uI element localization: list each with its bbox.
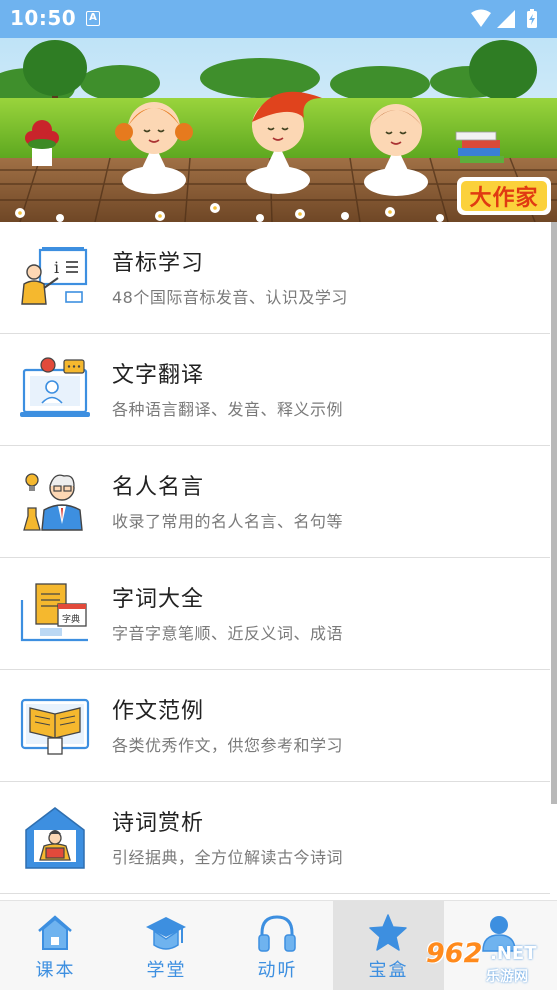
list-item-translate[interactable]: 文字翻译 各种语言翻译、发音、释义示例: [0, 334, 550, 446]
wifi-icon: [471, 9, 491, 27]
watermark-site: 乐游网: [486, 969, 528, 985]
graduation-cap-icon: [146, 917, 186, 950]
nav-tab-textbook[interactable]: 课本: [0, 901, 111, 990]
system-status-icons: [471, 9, 537, 28]
svg-text:i: i: [54, 258, 59, 277]
banner-badge-text: 大作家: [469, 186, 539, 211]
app-notification-icon: A: [86, 11, 100, 26]
headphones-icon: [258, 915, 296, 952]
item-title: 作文范例: [112, 699, 205, 724]
list-item-quotes[interactable]: 名人名言 收录了常用的名人名言、名句等: [0, 446, 550, 558]
list-scrollbar[interactable]: [551, 222, 557, 804]
status-bar: 10:50 A: [0, 0, 557, 38]
open-book-icon: [20, 698, 90, 755]
nav-label: 学堂: [146, 960, 187, 981]
watermark-suffix: .NET: [490, 943, 537, 964]
item-title: 诗词赏析: [112, 811, 205, 836]
watermark-number: 962: [426, 938, 483, 969]
dictionary-icon: 字典: [20, 583, 88, 642]
feature-list: i 音标学习 48个国际音标发音、认识及学习 文字翻译 各种语言翻译、发音、释义…: [0, 222, 550, 900]
item-title: 名人名言: [112, 475, 205, 500]
svg-text:字典: 字典: [62, 613, 80, 625]
watermark: 962 .NET 乐游网: [418, 938, 554, 988]
reading-house-icon: [25, 807, 85, 869]
nav-tab-listen[interactable]: 动听: [222, 901, 333, 990]
nav-label: 课本: [35, 960, 76, 981]
item-title: 音标学习: [112, 251, 205, 276]
signal-icon: [497, 10, 515, 28]
item-desc: 各种语言翻译、发音、释义示例: [112, 400, 344, 419]
item-desc: 各类优秀作文，供您参考和学习: [112, 736, 344, 755]
star-icon: [369, 914, 407, 951]
list-item-dictionary[interactable]: 字典 字词大全 字音字意笔顺、近反义词、成语: [0, 558, 550, 670]
house-icon: [38, 915, 72, 950]
battery-icon: [527, 9, 537, 28]
list-item-essays[interactable]: 作文范例 各类优秀作文，供您参考和学习: [0, 670, 550, 782]
item-title: 字词大全: [112, 587, 205, 612]
scientist-icon: [23, 473, 83, 531]
nav-tab-school[interactable]: 学堂: [111, 901, 222, 990]
header-banner: 大作家: [0, 38, 557, 222]
item-desc: 字音字意笔顺、近反义词、成语: [112, 624, 344, 643]
item-desc: 收录了常用的名人名言、名句等: [112, 512, 344, 531]
teacher-board-icon: i: [21, 247, 88, 305]
nav-label: 动听: [257, 960, 298, 981]
monitor-chat-icon: [20, 357, 90, 417]
list-item-poetry[interactable]: 诗词赏析 引经据典，全方位解读古今诗词: [0, 782, 550, 894]
status-time: 10:50: [10, 6, 77, 30]
item-title: 文字翻译: [112, 363, 205, 388]
item-desc: 引经据典，全方位解读古今诗词: [112, 848, 344, 867]
list-item-phonetics[interactable]: i 音标学习 48个国际音标发音、认识及学习: [0, 222, 550, 334]
item-desc: 48个国际音标发音、认识及学习: [112, 288, 348, 307]
